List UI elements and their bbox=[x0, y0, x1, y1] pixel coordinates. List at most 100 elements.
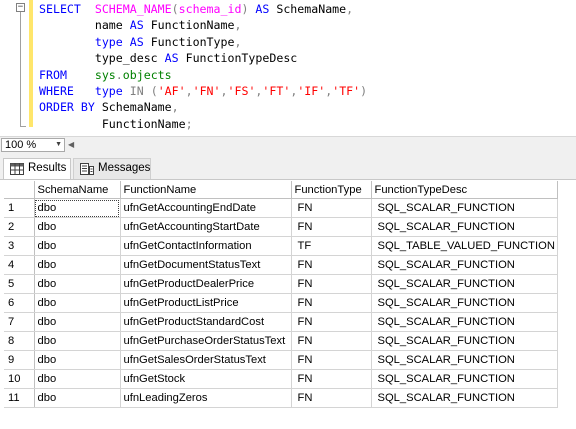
grid-cell[interactable]: FN bbox=[291, 388, 372, 408]
grid-cell[interactable]: ufnGetStock bbox=[120, 369, 292, 389]
grid-cell[interactable]: SQL_SCALAR_FUNCTION bbox=[371, 369, 558, 389]
column-header[interactable]: FunctionTypeDesc bbox=[371, 181, 558, 199]
grid-cell[interactable]: ufnGetSalesOrderStatusText bbox=[120, 350, 292, 370]
code-line[interactable]: name AS FunctionName, bbox=[39, 17, 367, 33]
column-header[interactable]: SchemaName bbox=[34, 181, 121, 199]
table-row[interactable]: 2 dbo ufnGetAccountingStartDate FN SQL_SCALA… bbox=[4, 217, 558, 237]
code-token: . bbox=[115, 67, 123, 82]
tab-results[interactable]: Results bbox=[3, 158, 71, 179]
grid-cell[interactable]: SQL_SCALAR_FUNCTION bbox=[371, 217, 558, 237]
grid-cell[interactable]: FN bbox=[291, 293, 372, 313]
zoom-select[interactable]: 100 % ▼ bbox=[1, 138, 65, 152]
row-number[interactable]: 9 bbox=[4, 350, 35, 370]
code-line[interactable]: WHERE type IN ('AF','FN','FS','FT','IF',… bbox=[39, 83, 367, 99]
grid-cell[interactable]: ufnGetProductStandardCost bbox=[120, 312, 292, 332]
grid-cell[interactable]: dbo bbox=[34, 388, 121, 408]
row-number-header[interactable] bbox=[4, 181, 35, 199]
row-number[interactable]: 1 bbox=[4, 198, 35, 218]
code-token: 'TF' bbox=[332, 83, 361, 98]
code-line[interactable]: SELECT SCHEMA_NAME(schema_id) AS SchemaN… bbox=[39, 1, 367, 17]
grid-cell[interactable]: FN bbox=[291, 350, 372, 370]
grid-cell[interactable]: FN bbox=[291, 217, 372, 237]
grid-cell[interactable]: SQL_SCALAR_FUNCTION bbox=[371, 198, 558, 218]
table-row[interactable]: 4 dbo ufnGetDocumentStatusText FN SQL_SCALAR… bbox=[4, 255, 558, 275]
code-line[interactable]: type AS FunctionType, bbox=[39, 34, 367, 50]
grid-cell[interactable]: TF bbox=[291, 236, 372, 256]
result-tabs: Results Messages bbox=[0, 153, 576, 179]
row-number[interactable]: 11 bbox=[4, 388, 35, 408]
grid-cell[interactable]: FN bbox=[291, 331, 372, 351]
grid-cell[interactable]: dbo bbox=[34, 369, 121, 389]
code-token: , bbox=[171, 100, 179, 115]
column-header[interactable]: FunctionType bbox=[291, 181, 372, 199]
row-number[interactable]: 3 bbox=[4, 236, 35, 256]
grid-cell[interactable]: ufnGetAccountingStartDate bbox=[120, 217, 292, 237]
grid-cell[interactable]: dbo bbox=[34, 274, 121, 294]
grid-cell[interactable]: ufnGetProductListPrice bbox=[120, 293, 292, 313]
grid-cell[interactable]: SQL_SCALAR_FUNCTION bbox=[371, 312, 558, 332]
grid-cell[interactable]: SQL_SCALAR_FUNCTION bbox=[371, 331, 558, 351]
row-number[interactable]: 5 bbox=[4, 274, 35, 294]
code-token: ; bbox=[185, 116, 193, 131]
grid-cell[interactable]: SQL_SCALAR_FUNCTION bbox=[371, 274, 558, 294]
row-number[interactable]: 4 bbox=[4, 255, 35, 275]
code-token: objects bbox=[122, 67, 172, 82]
table-row[interactable]: 8 dbo ufnGetPurchaseOrderStatusText FN SQL_S… bbox=[4, 331, 558, 351]
table-row[interactable]: 11 dbo ufnLeadingZeros FN SQL_SCALAR_FUNCTIO… bbox=[4, 388, 558, 408]
grid-cell[interactable]: FN bbox=[291, 274, 372, 294]
grid-cell[interactable]: ufnLeadingZeros bbox=[120, 388, 292, 408]
horizontal-scrollbar[interactable]: ◀ bbox=[68, 139, 574, 151]
code-line[interactable]: ORDER BY SchemaName, bbox=[39, 99, 367, 115]
code-token: 'AF' bbox=[157, 83, 186, 98]
collapse-icon[interactable]: − bbox=[16, 3, 25, 12]
row-number[interactable]: 7 bbox=[4, 312, 35, 332]
tab-messages-label: Messages bbox=[98, 162, 151, 174]
grid-cell[interactable]: FN bbox=[291, 255, 372, 275]
row-number[interactable]: 2 bbox=[4, 217, 35, 237]
tab-messages[interactable]: Messages bbox=[73, 158, 151, 179]
grid-cell[interactable]: ufnGetDocumentStatusText bbox=[120, 255, 292, 275]
table-row[interactable]: 6 dbo ufnGetProductListPrice FN SQL_SCALAR_F… bbox=[4, 293, 558, 313]
grid-cell[interactable]: dbo bbox=[34, 198, 121, 218]
grid-cell[interactable]: ufnGetAccountingEndDate bbox=[120, 198, 292, 218]
grid-cell[interactable]: SQL_SCALAR_FUNCTION bbox=[371, 388, 558, 408]
grid-cell[interactable]: SQL_TABLE_VALUED_FUNCTION bbox=[371, 236, 558, 256]
code-line[interactable]: type_desc AS FunctionTypeDesc bbox=[39, 50, 367, 66]
column-header[interactable]: FunctionName bbox=[120, 181, 292, 199]
code-line[interactable]: FROM sys.objects bbox=[39, 67, 367, 83]
table-row[interactable]: 1 dbo ufnGetAccountingEndDate FN SQL_SCALAR_… bbox=[4, 198, 558, 218]
grid-cell[interactable]: ufnGetProductDealerPrice bbox=[120, 274, 292, 294]
grid-cell[interactable]: SQL_SCALAR_FUNCTION bbox=[371, 255, 558, 275]
table-row[interactable]: 5 dbo ufnGetProductDealerPrice FN SQL_SCALAR… bbox=[4, 274, 558, 294]
row-number[interactable]: 10 bbox=[4, 369, 35, 389]
grid-cell[interactable]: SQL_SCALAR_FUNCTION bbox=[371, 350, 558, 370]
grid-cell[interactable]: FN bbox=[291, 198, 372, 218]
results-table: SchemaName FunctionName FunctionType Functi… bbox=[4, 181, 558, 408]
grid-cell[interactable]: dbo bbox=[34, 217, 121, 237]
grid-cell[interactable]: dbo bbox=[34, 312, 121, 332]
table-row[interactable]: 7 dbo ufnGetProductStandardCost FN SQL_SCALA… bbox=[4, 312, 558, 332]
grid-cell[interactable]: dbo bbox=[34, 255, 121, 275]
grid-cell[interactable]: SQL_SCALAR_FUNCTION bbox=[371, 293, 558, 313]
code-line[interactable]: FunctionName; bbox=[39, 116, 367, 132]
grid-cell[interactable]: dbo bbox=[34, 350, 121, 370]
grid-cell[interactable]: FN bbox=[291, 369, 372, 389]
code-token: ) bbox=[360, 83, 368, 98]
grid-cell[interactable]: ufnGetContactInformation bbox=[120, 236, 292, 256]
grid-cell[interactable]: FN bbox=[291, 312, 372, 332]
table-row[interactable]: 3 dbo ufnGetContactInformation TF SQL_TABLE_… bbox=[4, 236, 558, 256]
editor-gutter: − bbox=[0, 0, 33, 136]
row-number[interactable]: 6 bbox=[4, 293, 35, 313]
scroll-left-icon[interactable]: ◀ bbox=[68, 139, 74, 151]
query-editor[interactable]: − SELECT SCHEMA_NAME(schema_id) AS Schem… bbox=[0, 0, 576, 136]
results-grid[interactable]: SchemaName FunctionName FunctionType Functi… bbox=[0, 179, 576, 429]
table-row[interactable]: 9 dbo ufnGetSalesOrderStatusText FN SQL_SCAL… bbox=[4, 350, 558, 370]
grid-cell[interactable]: dbo bbox=[34, 293, 121, 313]
grid-cell[interactable]: dbo bbox=[34, 331, 121, 351]
sql-code[interactable]: SELECT SCHEMA_NAME(schema_id) AS SchemaN… bbox=[39, 1, 367, 132]
table-row[interactable]: 10 dbo ufnGetStock FN SQL_SCALAR_FUNCTION bbox=[4, 369, 558, 389]
grid-cell[interactable]: ufnGetPurchaseOrderStatusText bbox=[120, 331, 292, 351]
row-number[interactable]: 8 bbox=[4, 331, 35, 351]
chevron-down-icon[interactable]: ▼ bbox=[55, 139, 62, 151]
grid-cell[interactable]: dbo bbox=[34, 236, 121, 256]
